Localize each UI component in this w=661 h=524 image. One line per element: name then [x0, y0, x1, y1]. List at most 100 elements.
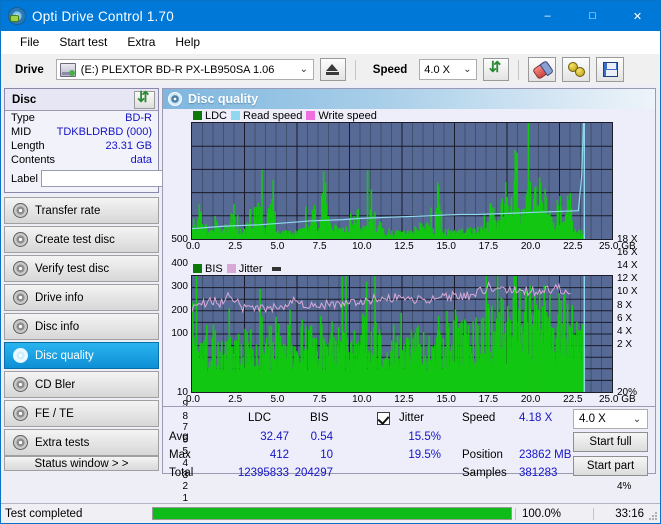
sidebar-item-fe-te[interactable]: FE / TE: [4, 400, 159, 427]
menu-help[interactable]: Help: [165, 32, 210, 52]
erase-button[interactable]: [528, 57, 557, 82]
disc-refresh-button[interactable]: [134, 88, 155, 109]
legend-label-write-speed: Write speed: [318, 109, 377, 122]
menu-file[interactable]: File: [10, 32, 49, 52]
settings-button[interactable]: [562, 57, 591, 82]
start-part-button[interactable]: Start part: [573, 456, 648, 476]
disc-row-contents: Contents data: [5, 153, 158, 167]
jitter-label: Jitter: [399, 412, 424, 424]
sidebar-item-create-test-disc[interactable]: Create test disc: [4, 226, 159, 253]
speed-select-value: 4.0 X: [424, 63, 450, 76]
sidebar-item-extra-tests[interactable]: Extra tests: [4, 429, 159, 456]
content-panel: Disc quality LDC Read speed Write speed: [162, 88, 656, 504]
sidebar-item-cd-bler[interactable]: CD Bler: [4, 371, 159, 398]
disc-row-length: Length 23.31 GB: [5, 139, 158, 153]
sidebar-item-disc-quality[interactable]: Disc quality: [4, 342, 159, 369]
menu-extra[interactable]: Extra: [117, 32, 165, 52]
disc-row-type: Type BD-R: [5, 111, 158, 125]
save-button[interactable]: [596, 57, 625, 82]
stats-max-ldc: 412: [269, 449, 289, 461]
start-full-button[interactable]: Start full: [573, 432, 648, 452]
disc-panel-header: Disc: [5, 88, 158, 111]
stats-speed-select[interactable]: 4.0 X ⌄: [573, 409, 648, 429]
disc-icon: [168, 92, 182, 106]
stats-row-total: Total: [169, 467, 194, 479]
status-bar: Test completed 100.0% 33:16: [1, 503, 660, 523]
sidebar-item-verify-test-disc[interactable]: Verify test disc: [4, 255, 159, 282]
menu-start-test[interactable]: Start test: [49, 32, 117, 52]
app-window: Opti Drive Control 1.70 – □ ✕ File Start…: [0, 0, 661, 524]
speed-label: Speed: [372, 63, 408, 76]
drive-label: Drive: [15, 63, 44, 76]
chart2-plot-area: [191, 275, 613, 393]
minimize-button[interactable]: –: [525, 1, 570, 31]
stats-samples-label: Samples: [462, 467, 507, 479]
jitter-checkbox[interactable]: [377, 412, 390, 425]
legend-marker-icon: [271, 266, 281, 271]
stats-speed-value: 4.18 X: [519, 412, 553, 424]
sidebar-item-label: Disc info: [35, 320, 80, 333]
chart-xtick-label: 20.0: [520, 394, 541, 405]
disc-row-value: 23.31 GB: [105, 140, 152, 152]
chart2-legend: BIS Jitter: [163, 262, 655, 275]
chart-xtick-label: 10.0: [352, 241, 372, 252]
disc-label-key: Label: [11, 172, 38, 185]
chart1-axes-labels: 100 200 300 400 500 2 X4 X6 X8 X 10 X 12 X 14 X1…: [163, 234, 655, 350]
chart-xtick-label: 7.5: [312, 241, 327, 252]
chart-ldc-readspeed: LDC Read speed Write speed 100 200 300 400 5…: [163, 109, 655, 350]
chart-ytick-label: 2: [182, 481, 188, 493]
stats-panel: LDC BIS Jitter Avg 32.47 0.54 15.5% Max …: [163, 406, 655, 479]
stats-max-bis: 10: [320, 449, 333, 461]
chart-xtick-label: 0.0: [186, 394, 200, 405]
chart-xtick-label: 12.5: [394, 241, 414, 252]
maximize-icon: □: [589, 10, 596, 22]
chart2-svg: [191, 276, 612, 392]
eject-button[interactable]: [319, 58, 346, 81]
title-bar: Opti Drive Control 1.70 – □ ✕: [1, 1, 660, 31]
eraser-icon: [531, 59, 553, 80]
chart-xtick-label: 5.0: [270, 394, 285, 405]
sidebar-item-label: CD Bler: [35, 378, 76, 391]
nav-list: Transfer rate Create test disc Verify te…: [4, 197, 159, 456]
window-title: Opti Drive Control 1.70: [32, 8, 174, 24]
stats-speed-select-value: 4.0 X: [579, 413, 606, 425]
disc-row-mid: MID TDKBLDRBD (000): [5, 125, 158, 139]
chart1-plot-area: [191, 122, 613, 240]
legend-swatch-bis: [193, 264, 202, 273]
chart-xtick-label: 10.0: [352, 394, 372, 405]
chart2-axes-labels: 123456789104%8%12%16%20%0.02.55.07.510.0…: [163, 387, 655, 504]
status-window-button[interactable]: Status window > >: [4, 456, 159, 471]
disc-row-key: Length: [11, 140, 45, 152]
legend-label-ldc: LDC: [205, 109, 228, 122]
status-text: Test completed: [5, 507, 83, 520]
chart-xtick-label: 25.0 GB: [599, 241, 636, 252]
stats-col-bis: BIS: [310, 412, 329, 424]
sidebar-item-label: Drive info: [35, 291, 84, 304]
legend-write-speed: Write speed: [306, 110, 377, 122]
stats-position-label: Position: [462, 449, 503, 461]
drive-toolbar: Drive (E:) PLEXTOR BD-R PX-LB950SA 1.06 …: [1, 53, 660, 85]
page-title: Disc quality: [188, 92, 259, 106]
progress-bar: [152, 507, 512, 520]
eject-icon: [326, 64, 340, 75]
refresh-button[interactable]: [483, 58, 510, 81]
maximize-button[interactable]: □: [570, 1, 615, 31]
resize-grip-icon[interactable]: [648, 511, 658, 521]
chart1-legend: LDC Read speed Write speed: [163, 109, 655, 122]
close-button[interactable]: ✕: [615, 1, 660, 31]
disc-icon: [13, 261, 28, 276]
drive-icon: [59, 62, 76, 77]
sidebar-item-disc-info[interactable]: Disc info: [4, 313, 159, 340]
drive-select-value: (E:) PLEXTOR BD-R PX-LB950SA 1.06: [80, 63, 275, 76]
chart-xtick-label: 0.0: [186, 241, 200, 252]
sidebar-item-drive-info[interactable]: Drive info: [4, 284, 159, 311]
drive-select[interactable]: (E:) PLEXTOR BD-R PX-LB950SA 1.06 ⌄: [55, 59, 314, 80]
chart-y2tick-label: 4%: [617, 481, 632, 493]
panel-header: Disc quality: [163, 89, 655, 109]
disc-icon: [13, 377, 28, 392]
sidebar-item-transfer-rate[interactable]: Transfer rate: [4, 197, 159, 224]
speed-select[interactable]: 4.0 X ⌄: [419, 59, 478, 80]
floppy-save-icon: [602, 62, 618, 77]
disc-icon: [13, 406, 28, 421]
chevron-down-icon: ⌄: [299, 64, 308, 75]
